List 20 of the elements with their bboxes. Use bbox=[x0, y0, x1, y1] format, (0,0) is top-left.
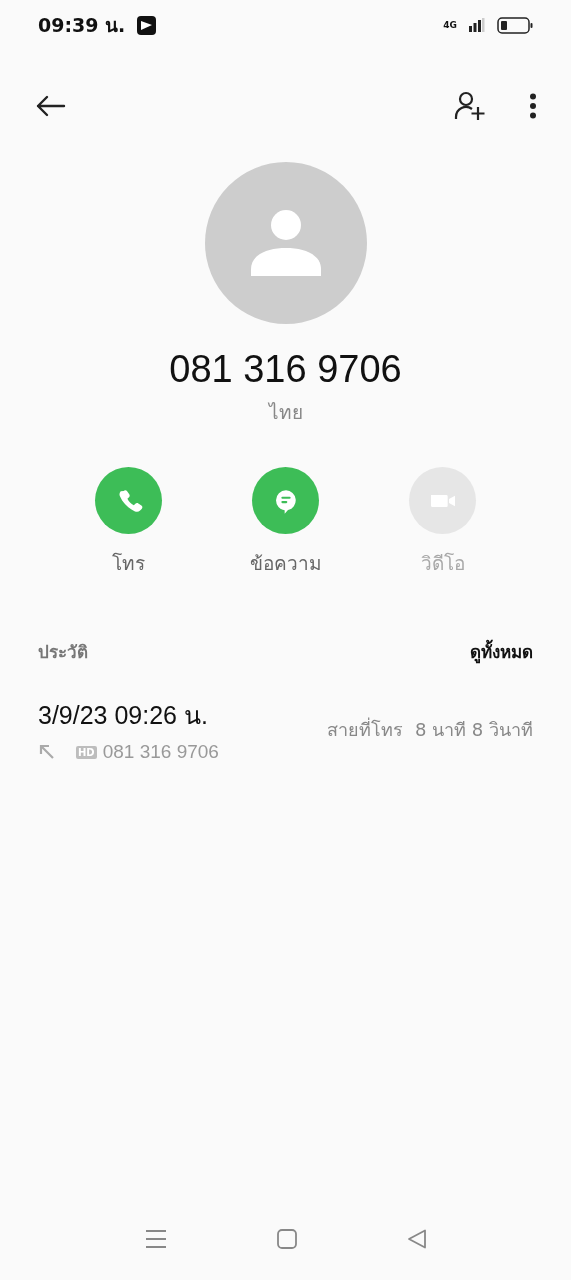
status-time: 09:39 น. bbox=[38, 13, 126, 38]
network-type: 4G bbox=[443, 20, 457, 30]
view-all-link[interactable]: ดูทั้งหมด bbox=[470, 638, 533, 665]
signal-icon bbox=[469, 18, 485, 32]
region-label: ไทย bbox=[268, 400, 303, 425]
person-icon bbox=[250, 209, 321, 277]
menu-icon[interactable] bbox=[144, 1229, 167, 1249]
add-contact-icon[interactable] bbox=[453, 91, 485, 121]
back-icon[interactable] bbox=[36, 95, 66, 117]
phone-number: 081 316 9706 bbox=[169, 348, 402, 391]
call-duration: สายที่โทร 8 นาที 8 วินาที bbox=[327, 716, 533, 742]
hd-badge: HD bbox=[76, 745, 97, 759]
home-icon[interactable] bbox=[276, 1229, 297, 1249]
call-date: 3/9/23 09:26 น. bbox=[38, 700, 209, 731]
app-notification-icon bbox=[137, 15, 157, 35]
back-triangle-icon[interactable] bbox=[406, 1229, 427, 1249]
section-title: ประวัติ bbox=[38, 641, 88, 664]
battery-icon bbox=[497, 16, 533, 34]
call-number: 081 316 9706 bbox=[102, 741, 219, 763]
more-options-icon[interactable] bbox=[529, 93, 537, 119]
